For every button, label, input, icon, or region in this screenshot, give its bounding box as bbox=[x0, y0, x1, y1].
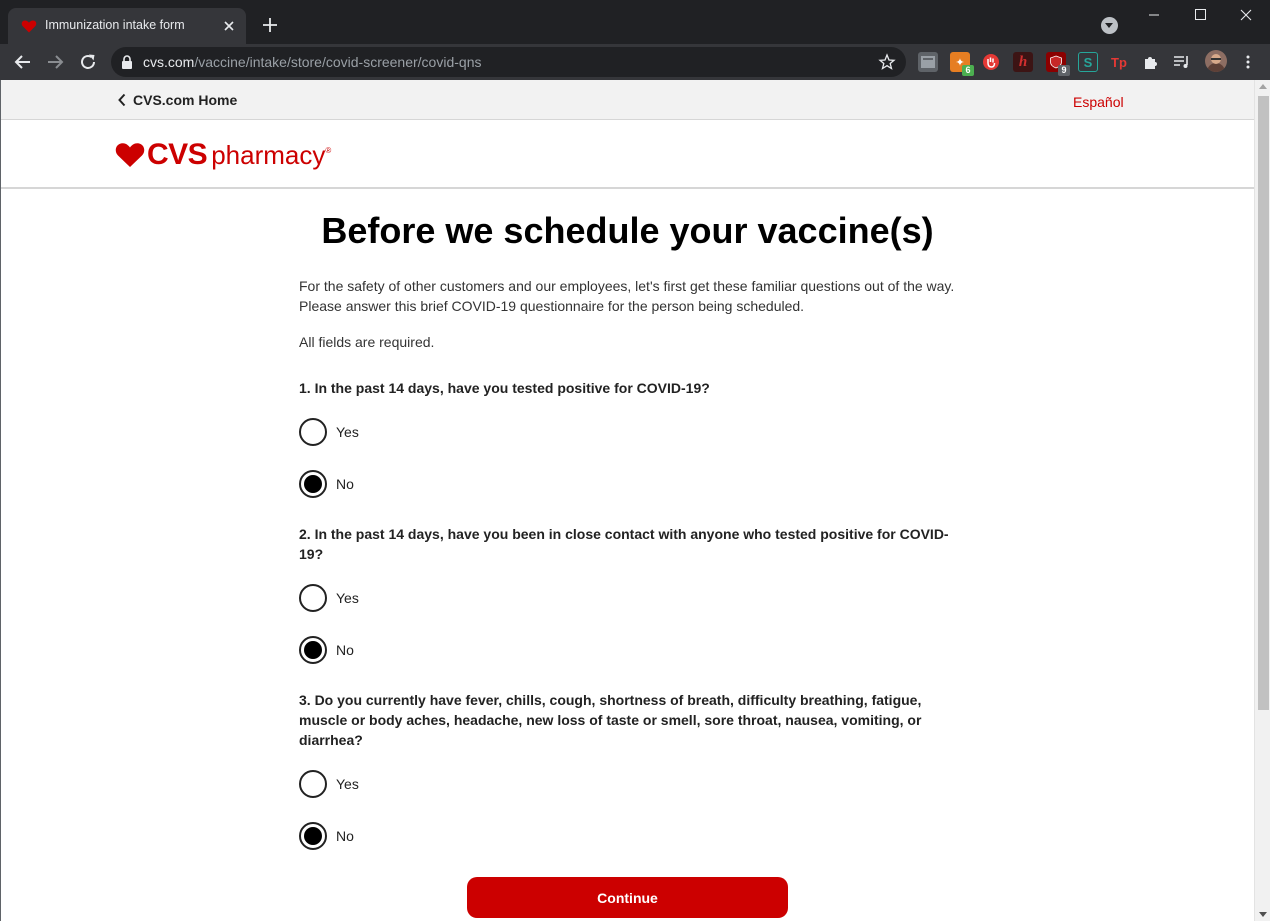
question-1-text: 1. In the past 14 days, have you tested … bbox=[299, 380, 710, 396]
extension-1-icon[interactable] bbox=[918, 52, 938, 72]
logo-cvs-text: CVS bbox=[147, 138, 208, 171]
window-close-icon[interactable] bbox=[1223, 0, 1269, 30]
url-host: cvs.com bbox=[143, 54, 195, 70]
option-label[interactable]: Yes bbox=[336, 590, 359, 606]
extension-3-icon[interactable] bbox=[981, 52, 1001, 72]
ublock-icon[interactable]: 9 bbox=[1046, 52, 1070, 76]
question-2-no-radio[interactable] bbox=[299, 636, 327, 664]
cvs-pharmacy-logo[interactable]: CVS pharmacy ® bbox=[115, 140, 331, 170]
brand-header: CVS pharmacy ® bbox=[1, 120, 1254, 189]
cvs-heart-logo-icon bbox=[115, 143, 145, 167]
logo-pharmacy-text: pharmacy bbox=[211, 140, 326, 170]
back-arrow-icon[interactable] bbox=[11, 50, 35, 74]
media-controls-icon[interactable] bbox=[1172, 52, 1192, 72]
question-1-no-radio[interactable] bbox=[299, 470, 327, 498]
language-toggle-link[interactable]: Español bbox=[1073, 94, 1124, 110]
required-fields-note: All fields are required. bbox=[299, 334, 435, 350]
extension-tp-icon[interactable]: Tp bbox=[1109, 52, 1129, 72]
browser-tab-strip: Immunization intake form bbox=[0, 0, 1270, 44]
option-label[interactable]: No bbox=[336, 476, 354, 492]
minimize-icon[interactable] bbox=[1131, 0, 1177, 30]
tab-title: Immunization intake form bbox=[45, 18, 185, 32]
address-bar[interactable]: cvs.com/vaccine/intake/store/covid-scree… bbox=[111, 47, 906, 77]
question-1-option-no[interactable]: No bbox=[299, 470, 354, 498]
registered-mark: ® bbox=[325, 146, 332, 155]
page-scrollbar[interactable] bbox=[1254, 80, 1270, 921]
intro-line-2: Please answer this brief COVID-19 questi… bbox=[299, 298, 805, 314]
page-title: Before we schedule your vaccine(s) bbox=[321, 210, 934, 251]
scroll-up-arrow-icon[interactable] bbox=[1259, 84, 1267, 89]
extensions-puzzle-icon[interactable] bbox=[1141, 52, 1161, 72]
chevron-left-icon bbox=[118, 93, 126, 107]
question-3-no-radio[interactable] bbox=[299, 822, 327, 850]
question-3-yes-radio[interactable] bbox=[299, 770, 327, 798]
extension-2-icon[interactable]: ✦ 6 bbox=[950, 52, 974, 76]
question-2-option-yes[interactable]: Yes bbox=[299, 584, 359, 612]
forward-arrow-icon[interactable] bbox=[43, 50, 67, 74]
intro-line-1: For the safety of other customers and ou… bbox=[299, 278, 955, 294]
cvs-heart-favicon-icon bbox=[21, 20, 37, 33]
lock-icon[interactable] bbox=[121, 55, 133, 69]
question-2-yes-radio[interactable] bbox=[299, 584, 327, 612]
new-tab-icon[interactable] bbox=[260, 15, 280, 35]
bookmark-star-icon[interactable] bbox=[878, 53, 896, 71]
scrollbar-thumb[interactable] bbox=[1258, 96, 1269, 710]
intro-text: For the safety of other customers and ou… bbox=[299, 276, 969, 316]
tab-search-icon[interactable] bbox=[1101, 17, 1118, 34]
extension-s-icon[interactable]: S bbox=[1078, 52, 1098, 72]
option-label[interactable]: Yes bbox=[336, 776, 359, 792]
browser-toolbar: cvs.com/vaccine/intake/store/covid-scree… bbox=[0, 44, 1270, 80]
utility-bar: CVS.com Home Español bbox=[1, 80, 1254, 120]
option-label[interactable]: Yes bbox=[336, 424, 359, 440]
maximize-icon[interactable] bbox=[1177, 0, 1223, 30]
question-3-text: 3. Do you currently have fever, chills, … bbox=[299, 692, 922, 748]
page-viewport: CVS.com Home Español CVS pharmacy ® Befo… bbox=[0, 80, 1270, 921]
profile-avatar[interactable] bbox=[1205, 50, 1227, 72]
tab-close-icon[interactable] bbox=[220, 17, 238, 35]
home-link-label: CVS.com Home bbox=[133, 92, 238, 108]
extension-4-icon[interactable]: h bbox=[1013, 52, 1033, 72]
question-2-option-no[interactable]: No bbox=[299, 636, 354, 664]
extension-2-badge: 6 bbox=[962, 65, 974, 76]
cvs-home-link[interactable]: CVS.com Home bbox=[117, 92, 237, 108]
continue-button[interactable]: Continue bbox=[467, 877, 788, 918]
option-label[interactable]: No bbox=[336, 828, 354, 844]
browser-tab[interactable]: Immunization intake form bbox=[8, 8, 246, 44]
ublock-badge: 9 bbox=[1058, 65, 1070, 76]
question-3-option-no[interactable]: No bbox=[299, 822, 354, 850]
option-label[interactable]: No bbox=[336, 642, 354, 658]
question-3-option-yes[interactable]: Yes bbox=[299, 770, 359, 798]
question-1-yes-radio[interactable] bbox=[299, 418, 327, 446]
question-1-option-yes[interactable]: Yes bbox=[299, 418, 359, 446]
question-2-text: 2. In the past 14 days, have you been in… bbox=[299, 526, 949, 562]
url-text[interactable]: cvs.com/vaccine/intake/store/covid-scree… bbox=[143, 54, 481, 70]
reload-icon[interactable] bbox=[76, 50, 100, 74]
url-path: /vaccine/intake/store/covid-screener/cov… bbox=[194, 54, 482, 70]
scroll-down-arrow-icon[interactable] bbox=[1259, 912, 1267, 917]
browser-menu-icon[interactable] bbox=[1240, 54, 1256, 70]
